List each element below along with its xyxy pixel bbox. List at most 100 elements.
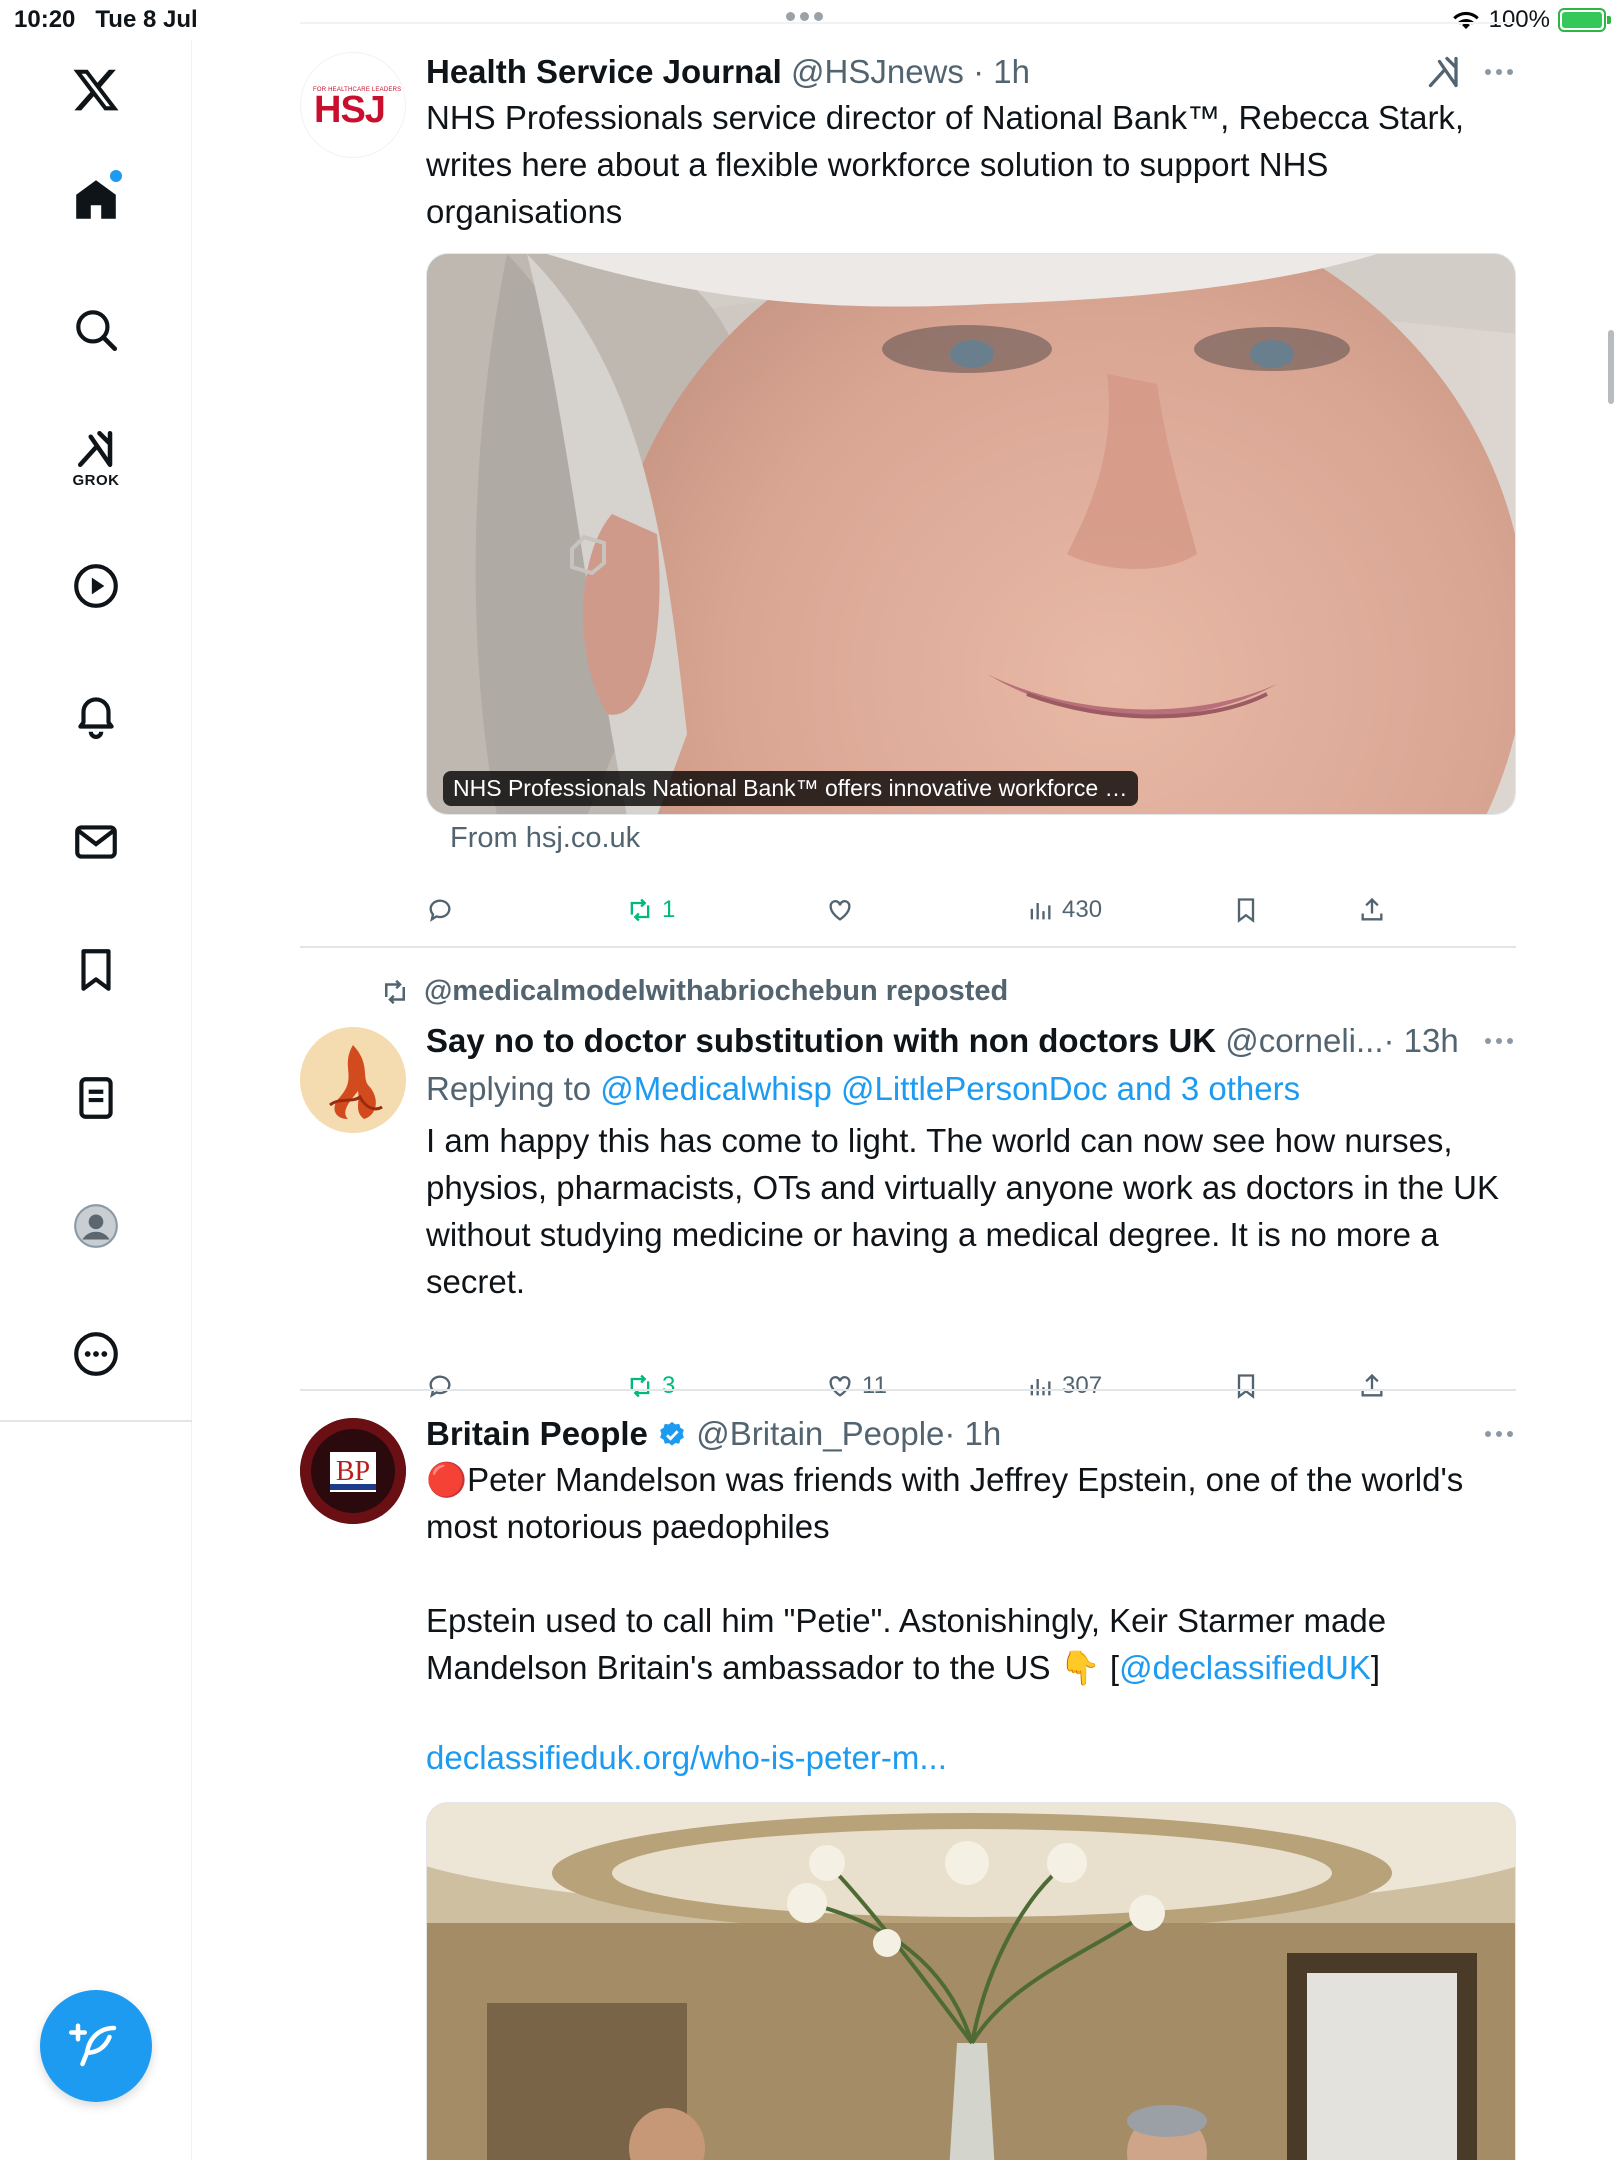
- sidebar-divider: [0, 1420, 192, 1422]
- more-circle-icon: [74, 1332, 118, 1376]
- views-button[interactable]: 307: [1026, 1366, 1102, 1406]
- repost-icon: [630, 1374, 650, 1398]
- bar-chart-icon: [1030, 903, 1051, 920]
- link-source[interactable]: From hsj.co.uk: [450, 822, 640, 855]
- grok-icon: [77, 430, 113, 467]
- post-text-paragraph-1: 🔴Peter Mandelson was friends with Jeffre…: [426, 1461, 1464, 1545]
- sidebar-item-bookmarks[interactable]: [56, 930, 136, 1010]
- feed-top-divider: [300, 22, 1516, 24]
- grok-icon[interactable]: [1426, 54, 1462, 90]
- post-image[interactable]: [426, 1802, 1516, 2160]
- author-handle[interactable]: @Britain_People: [696, 1415, 944, 1452]
- link-card-image[interactable]: NHS Professionals National Bank™ offers …: [426, 253, 1516, 815]
- avatar-say-no[interactable]: [300, 1027, 406, 1133]
- battery-percent: 100%: [1488, 6, 1550, 33]
- search-icon: [76, 310, 118, 352]
- compose-post-button[interactable]: [40, 1990, 152, 2102]
- bookmark-icon: [1237, 898, 1255, 923]
- sidebar-nav: GROK: [0, 40, 192, 2160]
- x-logo[interactable]: [56, 50, 136, 130]
- sidebar-item-grok[interactable]: GROK: [56, 418, 136, 498]
- post-actions: 3 11 307: [426, 1366, 1516, 1406]
- bookmark-button[interactable]: [1232, 890, 1260, 930]
- envelope-icon: [75, 825, 117, 859]
- sidebar-item-video[interactable]: [56, 546, 136, 626]
- post-header: Britain People @Britain_People· 1h: [426, 1412, 1516, 1456]
- repost-button[interactable]: 3: [626, 1366, 675, 1406]
- heart-icon: [829, 1376, 851, 1397]
- reply-icon: [429, 1375, 451, 1398]
- x-logo-icon: [73, 69, 119, 111]
- post-header: Say no to doctor substitution with non d…: [426, 1019, 1516, 1063]
- status-time: 10:20 Tue 8 Jul: [14, 6, 198, 33]
- like-button[interactable]: [826, 890, 862, 930]
- multitasking-grabber[interactable]: [786, 12, 823, 21]
- post-divider: [300, 946, 1516, 948]
- author-handle[interactable]: @HSJnews: [791, 53, 964, 90]
- avatar-britain-people[interactable]: BP: [300, 1418, 406, 1524]
- repost-icon: [630, 898, 650, 922]
- profile-avatar-icon: [74, 1204, 118, 1248]
- bookmark-button[interactable]: [1232, 1366, 1260, 1406]
- scroll-indicator[interactable]: [1608, 330, 1614, 404]
- bp-logo: BP: [300, 1418, 406, 1524]
- home-icon: [76, 180, 116, 219]
- bar-chart-icon: [1030, 1379, 1051, 1396]
- sidebar-item-profile[interactable]: [56, 1186, 136, 1266]
- bookmark-icon: [1237, 1374, 1255, 1399]
- external-link[interactable]: declassifieduk.org/who-is-peter-m...: [426, 1734, 1516, 1781]
- status-indicators: 100%: [1451, 6, 1611, 34]
- sidebar-item-home[interactable]: [56, 160, 136, 240]
- sidebar-item-search[interactable]: [56, 290, 136, 370]
- post-time[interactable]: · 1h: [944, 1415, 1001, 1452]
- post-time[interactable]: · 1h: [973, 53, 1030, 90]
- list-document-icon: [79, 1077, 113, 1119]
- post-text: I am happy this has come to light. The w…: [426, 1122, 1499, 1300]
- views-button[interactable]: 430: [1026, 890, 1102, 930]
- share-button[interactable]: [1358, 1366, 1386, 1406]
- replying-to-users[interactable]: @Medicalwhisp @LittlePersonDoc and 3 oth…: [600, 1070, 1300, 1107]
- author-handle[interactable]: @corneli...: [1225, 1022, 1383, 1059]
- wifi-icon: [1452, 11, 1479, 30]
- author-name[interactable]: Britain People: [426, 1415, 648, 1452]
- reply-icon: [429, 899, 451, 922]
- repost-button[interactable]: 1: [626, 890, 675, 930]
- post-time[interactable]: · 13h: [1384, 1022, 1459, 1059]
- grok-label: GROK: [72, 471, 120, 489]
- more-options-icon[interactable]: [1482, 62, 1516, 82]
- reply-button[interactable]: [426, 890, 462, 930]
- post-text: NHS Professionals service director of Na…: [426, 99, 1465, 230]
- sidebar-item-messages[interactable]: [56, 802, 136, 882]
- compose-feather-icon: [69, 2023, 117, 2067]
- replying-to: Replying to @Medicalwhisp @LittlePersonD…: [426, 1070, 1301, 1107]
- hsj-logo-text: HSJ: [314, 89, 386, 131]
- more-options-icon[interactable]: [1482, 1031, 1516, 1051]
- sidebar-item-lists[interactable]: [56, 1058, 136, 1138]
- verified-badge-icon: [660, 1421, 684, 1446]
- post-text-paragraph-2: Epstein used to call him "Petie". Astoni…: [426, 1602, 1387, 1686]
- mention-link[interactable]: @declassifiedUK: [1119, 1649, 1371, 1686]
- share-icon: [1361, 897, 1383, 921]
- bookmark-icon: [81, 949, 111, 991]
- play-circle-icon: [74, 564, 118, 608]
- author-name[interactable]: Health Service Journal: [426, 53, 782, 90]
- share-button[interactable]: [1358, 890, 1386, 930]
- avatar-hsj[interactable]: FOR HEALTHCARE LEADERS HSJ: [300, 52, 406, 158]
- like-button[interactable]: 11: [826, 1366, 887, 1406]
- reply-button[interactable]: [426, 1366, 462, 1406]
- repost-context[interactable]: @medicalmodelwithabriochebun reposted: [380, 975, 1008, 1008]
- share-icon: [1361, 1373, 1383, 1397]
- status-bar: 10:20 Tue 8 Jul 100%: [0, 0, 1620, 40]
- repost-icon: [385, 979, 405, 1004]
- sidebar-item-notifications[interactable]: [56, 674, 136, 754]
- author-name[interactable]: Say no to doctor substitution with non d…: [426, 1022, 1216, 1059]
- battery-icon: [1558, 8, 1611, 32]
- portrait-photo: [427, 254, 1515, 814]
- heart-icon: [829, 900, 851, 921]
- post-actions: 1 430: [426, 890, 1516, 930]
- svg-text:BP: BP: [336, 1456, 370, 1487]
- link-card-title: NHS Professionals National Bank™ offers …: [443, 771, 1138, 806]
- more-options-icon[interactable]: [1482, 1424, 1516, 1444]
- home-notification-dot: [110, 170, 122, 182]
- sidebar-item-more[interactable]: [56, 1314, 136, 1394]
